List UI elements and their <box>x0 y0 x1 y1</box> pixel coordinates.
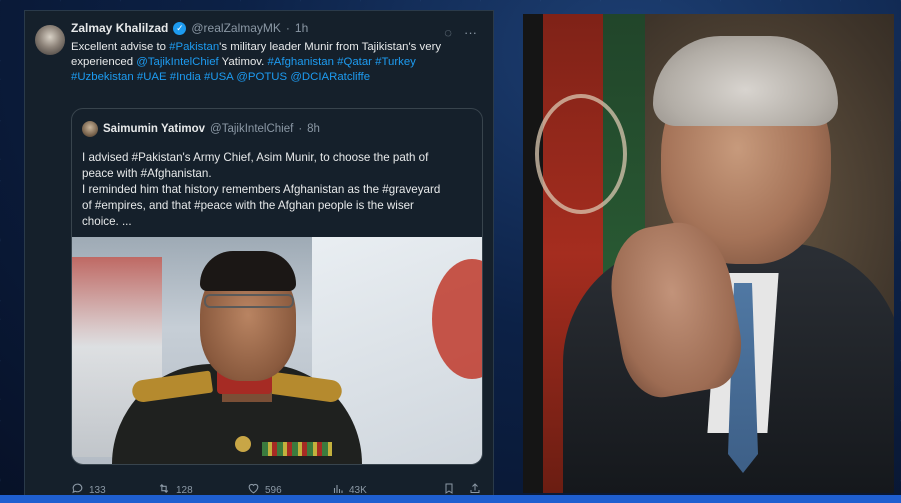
tweet-link[interactable]: #USA <box>204 71 233 83</box>
separator-dot: · <box>298 123 303 135</box>
quoted-tweet-text: I advised #Pakistan's Army Chief, Asim M… <box>82 150 474 230</box>
quoted-tweet-header: Saimumin Yatimov @TajikIntelChief · 8h <box>82 121 320 137</box>
medal-icon <box>235 436 251 452</box>
tweet-link[interactable]: #Turkey <box>375 56 416 68</box>
quoted-text-line: of #empires, and that #peace with the Af… <box>82 199 414 212</box>
quoted-tweet-time: 8h <box>307 123 320 135</box>
grok-icon[interactable]: ◌ <box>444 25 452 40</box>
reply-count: 133 <box>89 484 106 496</box>
tweet-link[interactable]: @POTUS <box>236 71 287 83</box>
flag-black-band <box>523 14 543 493</box>
tweet-text: Excellent advise to #Pakistan's military… <box>71 40 481 86</box>
quoted-author-avatar <box>82 121 98 137</box>
quoted-author-handle: @TajikIntelChief <box>210 123 294 135</box>
author-handle[interactable]: @realZalmayMK <box>191 21 281 35</box>
more-options-icon[interactable]: ··· <box>464 25 477 40</box>
officer-hair <box>200 251 296 291</box>
quoted-text-line: I reminded him that history remembers Af… <box>82 183 441 196</box>
tweet-text-segment: Yatimov. <box>218 56 268 69</box>
tweet-link[interactable]: @TajikIntelChief <box>136 56 218 68</box>
officer-glasses <box>204 294 294 308</box>
tweet-link[interactable]: #Pakistan <box>169 41 219 53</box>
quoted-text-line: choice. ... <box>82 215 132 228</box>
tweet-link[interactable]: #Qatar <box>337 56 372 68</box>
medal-ribbons <box>262 442 332 456</box>
quoted-tweet-photo[interactable] <box>72 237 482 464</box>
tweet-text-segment: Excellent advise to <box>71 41 170 53</box>
portrait-photo <box>523 14 894 493</box>
tweet-panel: Zalmay Khalilzad ✓ @realZalmayMK · 1h ◌ … <box>24 10 494 497</box>
man-hair <box>653 36 838 126</box>
tweet-link[interactable]: #UAE <box>137 71 167 83</box>
tweet-link[interactable]: #India <box>170 71 201 83</box>
author-name[interactable]: Zalmay Khalilzad <box>71 21 168 35</box>
flag-emblem <box>535 94 627 214</box>
quoted-text-line: peace with #Afghanistan. <box>82 167 212 180</box>
view-count: 43K <box>349 484 367 496</box>
bottom-accent-bar <box>0 495 901 503</box>
quoted-author-name: Saimumin Yatimov <box>103 123 206 135</box>
separator-dot: · <box>285 21 290 35</box>
header-icons: ◌ ··· <box>444 25 477 40</box>
quoted-text-line: I advised #Pakistan's Army Chief, Asim M… <box>82 151 429 164</box>
repost-count: 128 <box>176 484 193 496</box>
author-avatar[interactable] <box>35 25 65 55</box>
tweet-time[interactable]: 1h <box>295 21 308 35</box>
quoted-tweet[interactable]: Saimumin Yatimov @TajikIntelChief · 8h I… <box>71 108 483 465</box>
tweet-link[interactable]: #Afghanistan <box>267 56 334 68</box>
author-info: Zalmay Khalilzad ✓ @realZalmayMK · 1h <box>71 21 308 35</box>
verified-badge-icon: ✓ <box>173 21 187 35</box>
like-count: 596 <box>265 484 282 496</box>
tweet-link[interactable]: @DCIARatcliffe <box>290 71 370 83</box>
tweet-link[interactable]: #Uzbekistan <box>71 71 134 83</box>
